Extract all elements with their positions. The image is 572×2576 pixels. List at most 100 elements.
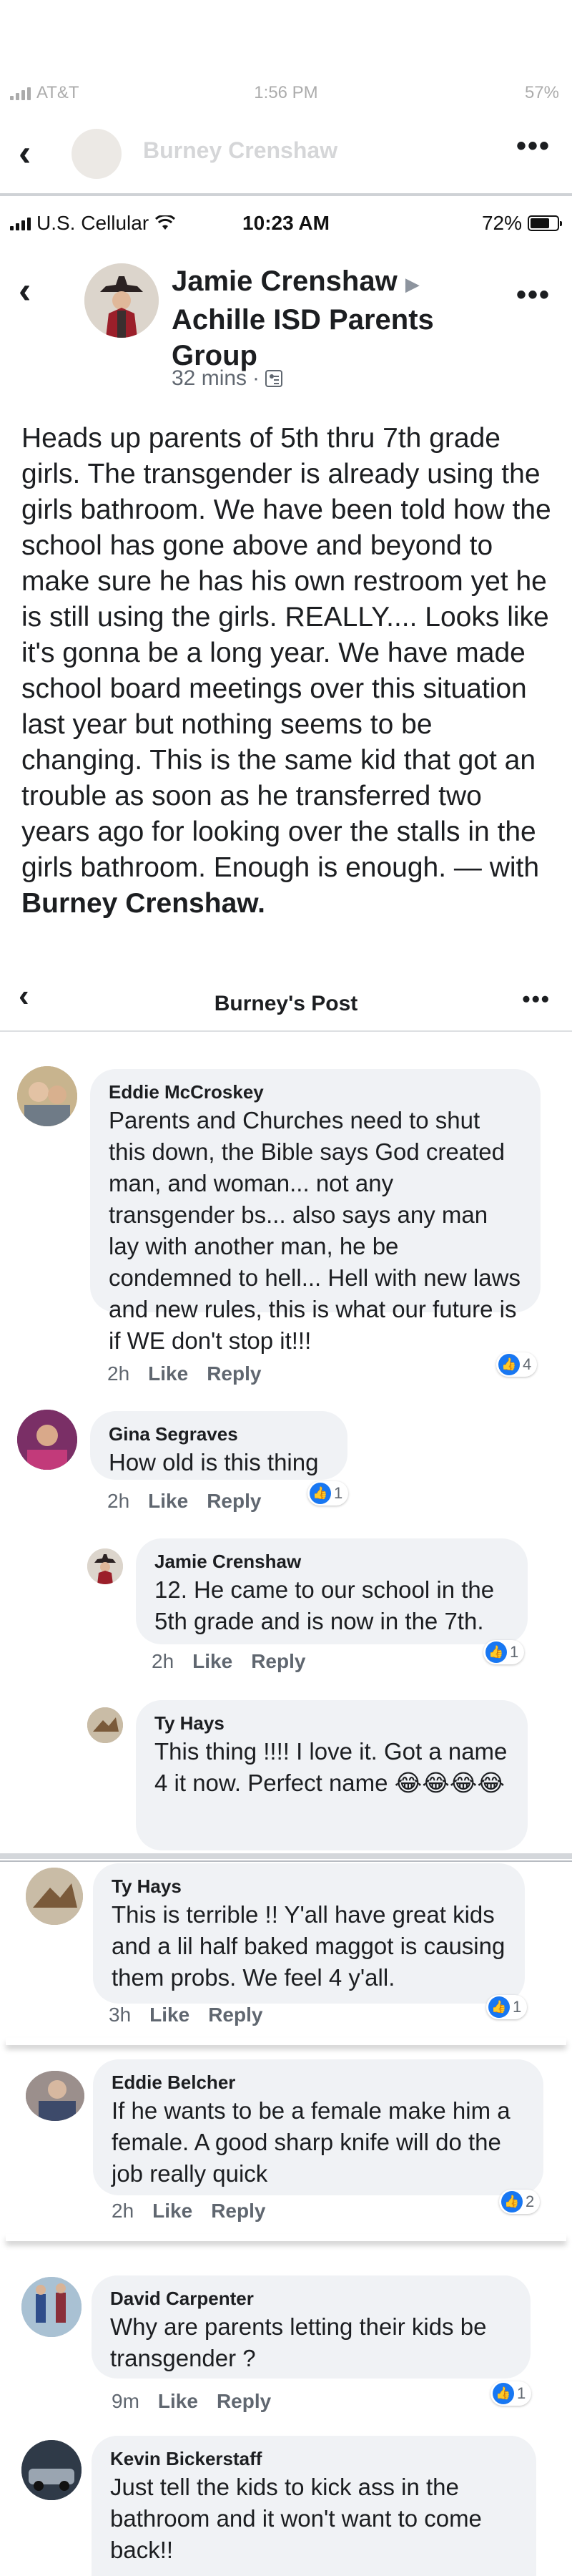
comment-actions: 3h Like Reply <box>109 2004 262 2026</box>
commenter-name[interactable]: Eddie McCroskey <box>109 1079 522 1105</box>
commenter-name[interactable]: Kevin Bickerstaff <box>110 2446 518 2472</box>
commenter-name[interactable]: Jamie Crenshaw <box>154 1548 509 1574</box>
commenter-avatar[interactable] <box>17 1410 77 1470</box>
comment-bubble: David Carpenter Why are parents letting … <box>92 2275 531 2379</box>
more-dots-icon[interactable]: ••• <box>516 130 551 162</box>
like-thumb-icon: 👍 <box>501 2191 523 2212</box>
commenter-avatar[interactable] <box>87 1548 123 1584</box>
reaction-count[interactable]: 👍 1 <box>483 1640 525 1664</box>
like-count: 1 <box>334 1484 343 1502</box>
like-thumb-icon: 👍 <box>310 1483 331 1504</box>
comment-text: Why are parents letting their kids be tr… <box>110 2313 487 2371</box>
tagged-user[interactable]: Burney Crenshaw. <box>21 888 265 919</box>
post-author-avatar[interactable] <box>84 263 159 338</box>
top-status-bar: AT&T 1:56 PM 57% <box>0 79 572 107</box>
reaction-count[interactable]: 👍 1 <box>490 2381 532 2406</box>
comment-time[interactable]: 2h <box>112 2200 134 2223</box>
commenter-name[interactable]: Gina Segraves <box>109 1421 329 1447</box>
back-chevron-icon[interactable]: ‹ <box>19 272 31 309</box>
like-count: 1 <box>510 1643 519 1661</box>
comment-actions: 2h Like Reply <box>152 1650 305 1673</box>
post-body: Heads up parents of 5th thru 7th grade g… <box>21 421 558 922</box>
comment-text: Just tell the kids to kick ass in the ba… <box>110 2474 482 2563</box>
header-divider <box>0 1030 572 1032</box>
reply-button[interactable]: Reply <box>211 2200 265 2223</box>
commenter-avatar[interactable] <box>87 1707 123 1743</box>
card-shadow <box>6 2234 566 2241</box>
like-button[interactable]: Like <box>192 1650 232 1673</box>
screenshot-divider <box>0 193 572 196</box>
top-nav-title: Burney Crenshaw <box>143 137 338 163</box>
reply-button[interactable]: Reply <box>207 1362 261 1385</box>
comment-actions: 2h Like Reply <box>107 1362 261 1385</box>
like-thumb-icon: 👍 <box>498 1354 520 1375</box>
post-author[interactable]: Jamie Crenshaw ▶ Achille ISD Parents Gro… <box>172 263 472 374</box>
screenshot-edge <box>0 1860 572 1862</box>
like-count: 2 <box>526 2192 535 2210</box>
like-count: 1 <box>517 2384 526 2402</box>
more-dots-icon[interactable]: ••• <box>522 986 551 1013</box>
like-thumb-icon: 👍 <box>493 2383 514 2404</box>
reaction-count[interactable]: 👍 4 <box>496 1352 538 1377</box>
comment-text: Parents and Churches need to shut this d… <box>109 1107 521 1354</box>
commenter-name[interactable]: David Carpenter <box>110 2285 512 2311</box>
top-battery-text: 57% <box>524 83 559 102</box>
commenter-avatar[interactable] <box>21 2277 82 2337</box>
like-thumb-icon: 👍 <box>485 1641 507 1663</box>
top-nav-avatar <box>72 129 122 179</box>
arrow-icon: ▶ <box>405 273 420 295</box>
like-count: 4 <box>523 1355 532 1373</box>
reply-button[interactable]: Reply <box>251 1650 305 1673</box>
comment-text: This thing !!!! I love it. Got a name 4 … <box>154 1738 508 1796</box>
comment-time[interactable]: 2h <box>152 1650 174 1673</box>
comment-text: 12. He came to our school in the 5th gra… <box>154 1576 495 1634</box>
comment-text: If he wants to be a female make him a fe… <box>112 2097 511 2187</box>
comment-actions: 2h Like Reply <box>112 2200 265 2223</box>
like-thumb-icon: 👍 <box>488 1996 510 2018</box>
comment-time[interactable]: 2h <box>107 1490 129 1513</box>
reply-button[interactable]: Reply <box>207 1490 261 1513</box>
group-name[interactable]: Achille ISD Parents Group <box>172 304 434 371</box>
commenter-name[interactable]: Ty Hays <box>112 1873 506 1899</box>
like-button[interactable]: Like <box>149 2004 189 2026</box>
commenter-avatar[interactable] <box>26 1868 83 1925</box>
back-chevron-icon[interactable]: ‹ <box>19 135 31 172</box>
comment-time[interactable]: 9m <box>112 2390 139 2413</box>
comment-bubble: Ty Hays This is terrible !! Y'all have g… <box>93 1863 525 2004</box>
reaction-count[interactable]: 👍 2 <box>499 2190 541 2214</box>
comment-bubble: Kevin Bickerstaff Just tell the kids to … <box>92 2436 536 2576</box>
battery-icon <box>528 215 562 231</box>
like-button[interactable]: Like <box>148 1490 188 1513</box>
post-time[interactable]: 32 mins <box>172 366 247 391</box>
comment-bubble: Jamie Crenshaw 12. He came to our school… <box>136 1538 528 1644</box>
reply-button[interactable]: Reply <box>217 2390 271 2413</box>
like-count: 1 <box>513 1998 522 2016</box>
commenter-name[interactable]: Eddie Belcher <box>112 2069 525 2095</box>
commenter-name[interactable]: Ty Hays <box>154 1710 509 1736</box>
post-text: Heads up parents of 5th thru 7th grade g… <box>21 423 551 883</box>
like-button[interactable]: Like <box>152 2200 192 2223</box>
comment-text: This is terrible !! Y'all have great kid… <box>112 1901 506 1991</box>
commenter-avatar[interactable] <box>17 1066 77 1126</box>
comment-bubble: Ty Hays This thing !!!! I love it. Got a… <box>136 1700 528 1850</box>
reaction-count[interactable]: 👍 1 <box>307 1481 349 1506</box>
group-icon <box>265 370 283 387</box>
author-name[interactable]: Jamie Crenshaw <box>172 265 398 297</box>
comment-text: How old is this thing <box>109 1449 319 1475</box>
like-button[interactable]: Like <box>158 2390 198 2413</box>
status-bar: U.S. Cellular 10:23 AM 72% <box>0 209 572 238</box>
card-shadow <box>6 2038 566 2045</box>
comment-time[interactable]: 2h <box>107 1362 129 1385</box>
commenter-avatar[interactable] <box>21 2440 82 2500</box>
comment-bubble: Eddie Belcher If he wants to be a female… <box>93 2059 543 2195</box>
more-dots-icon[interactable]: ••• <box>516 279 551 311</box>
commenter-avatar[interactable] <box>26 2071 84 2121</box>
reaction-count[interactable]: 👍 1 <box>486 1995 528 2019</box>
top-time: 1:56 PM <box>254 83 318 102</box>
top-nav: ‹ Burney Crenshaw ••• <box>0 122 572 186</box>
comment-time[interactable]: 3h <box>109 2004 131 2026</box>
post-meta: 32 mins · <box>172 366 283 391</box>
like-button[interactable]: Like <box>148 1362 188 1385</box>
reply-button[interactable]: Reply <box>208 2004 262 2026</box>
screenshot-seam <box>0 1853 572 1859</box>
